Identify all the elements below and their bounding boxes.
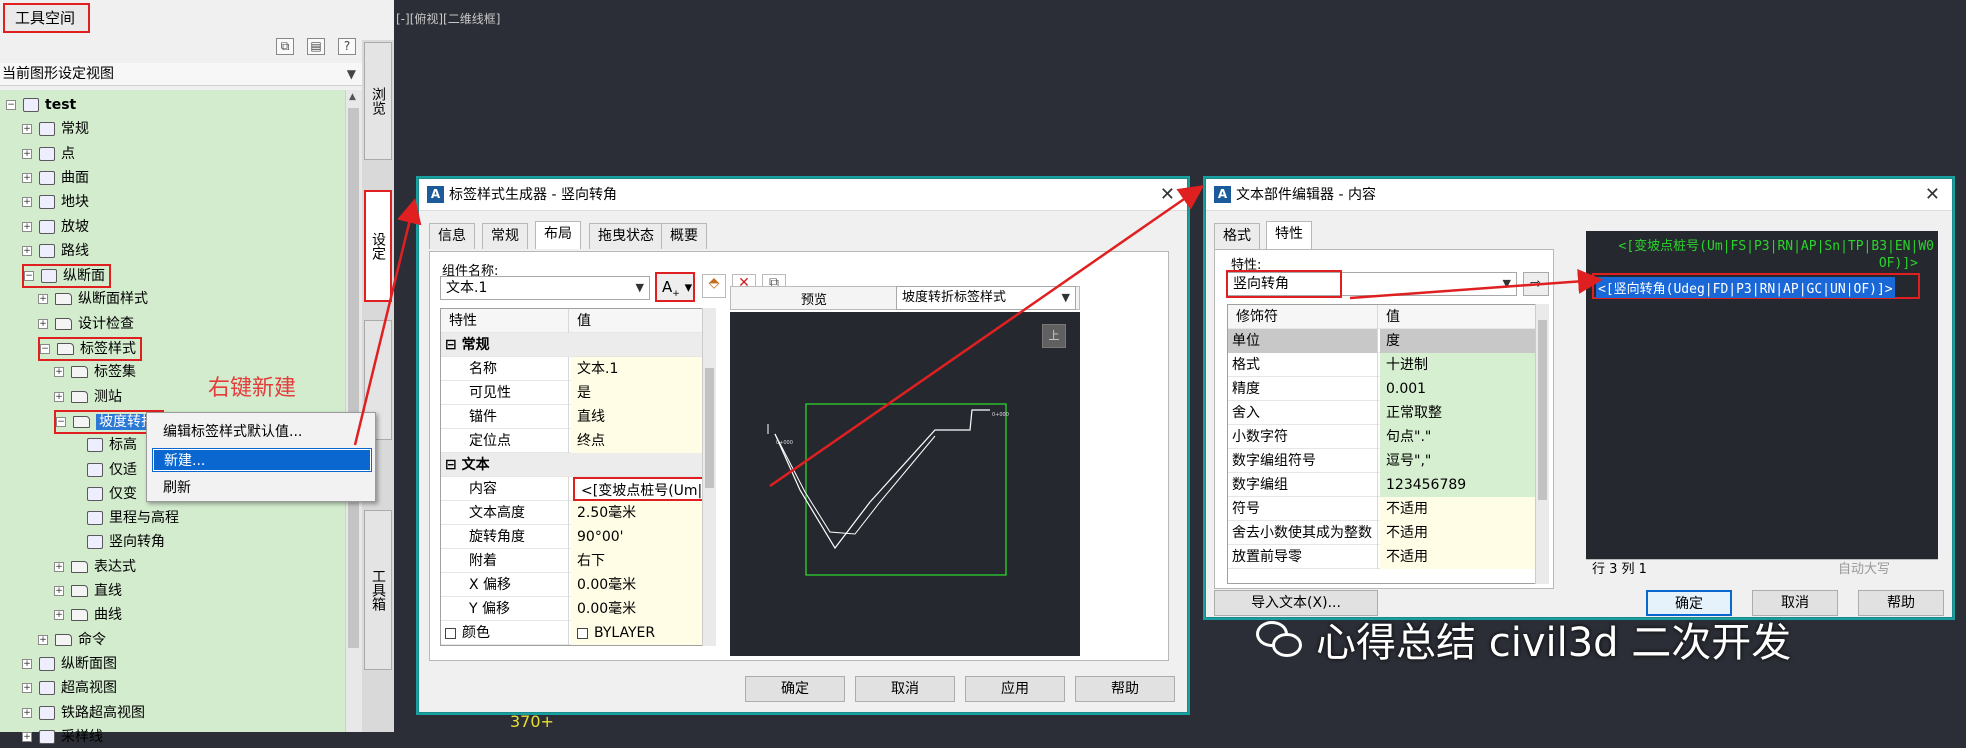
watermark: 心得总结 civil3d 二次开发	[1256, 614, 1791, 666]
expand-icon[interactable]: +	[22, 731, 32, 742]
wechat-icon	[1256, 619, 1304, 659]
watermark-text: 心得总结 civil3d 二次开发	[1316, 620, 1792, 666]
